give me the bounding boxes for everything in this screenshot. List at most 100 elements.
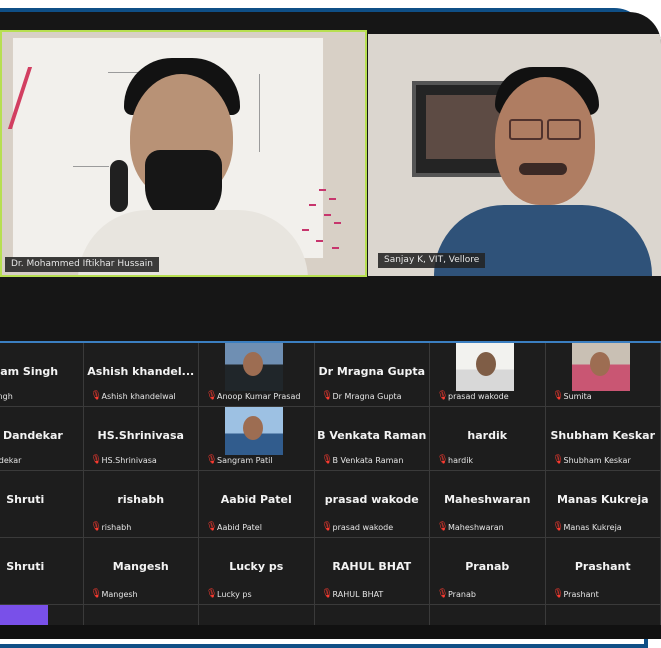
- participant-display-name: hardik: [430, 429, 545, 442]
- participant-photo: [225, 407, 283, 455]
- participant-name-label: 🎙Sumita: [553, 392, 658, 401]
- participant-tile[interactable]: 🎙prasad wakode: [430, 343, 546, 407]
- participant-name-label: 🎙Aabid Patel: [206, 523, 311, 532]
- participant-display-name: Aabid Patel: [199, 493, 314, 506]
- participant-tile[interactable]: Prashant🎙Prashant: [546, 538, 661, 605]
- muted-mic-icon: 🎙: [553, 523, 561, 532]
- participant-tile[interactable]: Lucky ps🎙Lucky ps: [199, 538, 315, 605]
- participant-tile[interactable]: rishabh🎙rishabh: [84, 471, 200, 538]
- muted-mic-icon: 🎙: [322, 590, 330, 599]
- muted-mic-icon: 🎙: [322, 523, 330, 532]
- participant-name-label: 🎙RAHUL BHAT: [322, 590, 427, 599]
- participant-tile[interactable]: Shubham Keskar🎙Shubham Keskar: [546, 407, 661, 471]
- bottom-edge: [0, 625, 661, 639]
- participant-display-name: Lucky ps: [199, 560, 314, 573]
- participant-display-name: prasad wakode: [315, 493, 430, 506]
- participant-name-label: 🎙Manas Kukreja: [553, 523, 658, 532]
- participant-name-text: B Venkata Raman: [333, 456, 404, 465]
- participant-name-label: 🎙Lucky ps: [206, 590, 311, 599]
- secondary-speaker-video[interactable]: Sanjay K, VIT, Vellore: [368, 34, 661, 276]
- scatter-plot-drawing: [294, 186, 350, 261]
- board-line: [73, 166, 109, 167]
- participant-tile[interactable]: HS.Shrinivasa🎙HS.Shrinivasa: [84, 407, 200, 471]
- headset-icon: [110, 160, 128, 212]
- muted-mic-icon: 🎙: [206, 523, 214, 532]
- participant-tile[interactable]: RAHUL BHAT🎙RAHUL BHAT: [315, 538, 431, 605]
- participant-tile[interactable]: Dr Mragna Gupta🎙Dr Mragna Gupta: [315, 343, 431, 407]
- muted-mic-icon: 🎙: [91, 590, 99, 599]
- participant-name-text: Shubham Keskar: [564, 456, 631, 465]
- muted-mic-icon: 🎙: [91, 392, 99, 401]
- participant-photo: [225, 343, 283, 391]
- participant-tile[interactable]: Ashish khandel...🎙Ashish khandelwal: [84, 343, 200, 407]
- participant-name-text: HS.Shrinivasa: [102, 456, 157, 465]
- participant-name-label: 🎙Sangram Patil: [206, 456, 311, 465]
- participant-name-text: Mangesh: [102, 590, 138, 599]
- participant-name-text: Anoop Kumar Prasad: [217, 392, 300, 401]
- participant-tile[interactable]: Aabid Patel🎙Aabid Patel: [199, 471, 315, 538]
- participant-name-text: Dr Mragna Gupta: [333, 392, 402, 401]
- participant-name-text: rishabh: [102, 523, 132, 532]
- participant-display-name: B Venkata Raman: [315, 429, 430, 442]
- participant-tile[interactable]: Mangesh🎙Mangesh: [84, 538, 200, 605]
- participant-name-label: am Singh: [0, 392, 80, 401]
- speaker-mustache: [519, 163, 567, 175]
- participant-display-name: RAHUL BHAT: [315, 560, 430, 573]
- participant-name-label: 🎙Shubham Keskar: [553, 456, 658, 465]
- participant-name-label: 🎙Anoop Kumar Prasad: [206, 392, 311, 401]
- muted-mic-icon: 🎙: [91, 456, 99, 465]
- participant-name-label: n Dandekar: [0, 456, 80, 465]
- participant-display-name: Dr Mragna Gupta: [315, 365, 430, 378]
- participant-tile[interactable]: 🎙Sumita: [546, 343, 661, 407]
- participant-tile[interactable]: 🎙Anoop Kumar Prasad: [199, 343, 315, 407]
- participant-tile[interactable]: m Dandekarn Dandekar: [0, 407, 84, 471]
- participant-tile[interactable]: ham Singh am Singh: [0, 343, 84, 407]
- participant-name-label: 🎙prasad wakode: [322, 523, 427, 532]
- participant-display-name: Mangesh: [84, 560, 199, 573]
- participant-name-text: Maheshwaran: [448, 523, 504, 532]
- video-call-window: Dr. Mohammed Iftikhar Hussain Sanjay K, …: [0, 0, 661, 639]
- participant-tile[interactable]: B Venkata Raman🎙B Venkata Raman: [315, 407, 431, 471]
- participant-tile[interactable]: Manas Kukreja🎙Manas Kukreja: [546, 471, 661, 538]
- muted-mic-icon: 🎙: [206, 590, 214, 599]
- participant-name-label: 🎙B Venkata Raman: [322, 456, 427, 465]
- participant-grid: ham Singh am Singh Ashish khandel...🎙Ashis…: [0, 343, 661, 639]
- participant-tile[interactable]: Shruti: [0, 471, 84, 538]
- participant-name-label: 🎙Maheshwaran: [437, 523, 542, 532]
- participant-display-name: Pranab: [430, 560, 545, 573]
- participant-name-text: Ashish khandelwal: [102, 392, 176, 401]
- participant-tile[interactable]: prasad wakode🎙prasad wakode: [315, 471, 431, 538]
- speaker-name-label: Dr. Mohammed Iftikhar Hussain: [5, 257, 159, 272]
- participant-name-label: 🎙prasad wakode: [437, 392, 542, 401]
- participant-display-name: HS.Shrinivasa: [84, 429, 199, 442]
- participant-name-label: 🎙Ashish khandelwal: [91, 392, 196, 401]
- muted-mic-icon: 🎙: [553, 590, 561, 599]
- participant-name-text: RAHUL BHAT: [333, 590, 384, 599]
- participant-tile[interactable]: 🎙Sangram Patil: [199, 407, 315, 471]
- participant-tile[interactable]: Maheshwaran🎙Maheshwaran: [430, 471, 546, 538]
- participant-name-text: Prashant: [564, 590, 599, 599]
- participant-display-name: Shruti: [0, 560, 83, 573]
- board-line: [259, 74, 260, 152]
- meeting-screen: Dr. Mohammed Iftikhar Hussain Sanjay K, …: [0, 12, 661, 639]
- participant-name-text: Aabid Patel: [217, 523, 262, 532]
- speaker-name-label: Sanjay K, VIT, Vellore: [378, 253, 485, 268]
- participant-name-label: 🎙HS.Shrinivasa: [91, 456, 196, 465]
- participant-tile[interactable]: Shruti: [0, 538, 84, 605]
- participant-tile[interactable]: Pranab🎙Pranab: [430, 538, 546, 605]
- muted-mic-icon: 🎙: [553, 392, 561, 401]
- participant-name-text: prasad wakode: [333, 523, 394, 532]
- participant-tile[interactable]: hardik🎙hardik: [430, 407, 546, 471]
- muted-mic-icon: 🎙: [437, 590, 445, 599]
- participant-name-text: n Dandekar: [0, 456, 21, 465]
- participant-name-text: Manas Kukreja: [564, 523, 622, 532]
- participant-display-name: Maheshwaran: [430, 493, 545, 506]
- muted-mic-icon: 🎙: [437, 523, 445, 532]
- active-speaker-video[interactable]: Dr. Mohammed Iftikhar Hussain: [0, 30, 367, 277]
- muted-mic-icon: 🎙: [91, 523, 99, 532]
- participant-display-name: ham Singh: [0, 365, 83, 378]
- participant-name-text: prasad wakode: [448, 392, 509, 401]
- participant-display-name: rishabh: [84, 493, 199, 506]
- muted-mic-icon: 🎙: [206, 456, 214, 465]
- participant-name-text: Lucky ps: [217, 590, 252, 599]
